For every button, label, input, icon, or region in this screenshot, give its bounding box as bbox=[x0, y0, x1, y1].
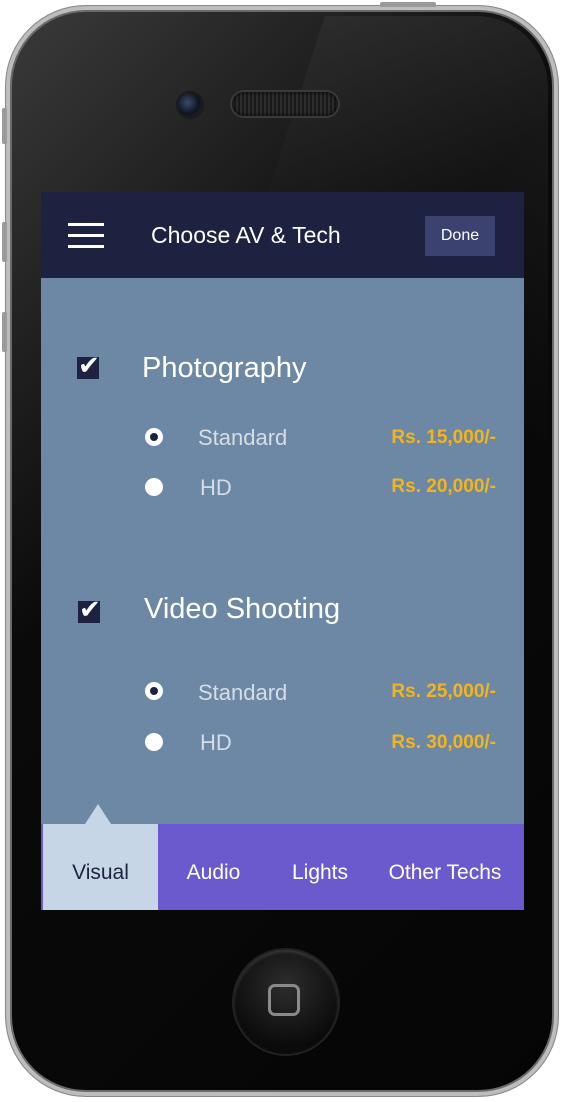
option-label-standard: Standard bbox=[198, 425, 288, 450]
section-title-photography: Photography bbox=[142, 352, 307, 384]
earpiece-speaker bbox=[232, 92, 338, 116]
silent-switch bbox=[2, 108, 7, 144]
video-shooting-checkbox[interactable]: ✔ bbox=[78, 595, 101, 625]
price-video-standard: Rs. 25,000/- bbox=[391, 681, 496, 702]
page-title: Choose AV & Tech bbox=[151, 222, 341, 248]
radio-photography-hd[interactable] bbox=[145, 478, 163, 496]
bottom-tab-bar: Visual Audio Lights Other Techs bbox=[41, 824, 524, 910]
section-title-video-shooting: Video Shooting bbox=[144, 593, 341, 625]
tab-other-techs[interactable]: Other Techs bbox=[375, 824, 515, 910]
price-photography-hd: Rs. 20,000/- bbox=[391, 476, 496, 497]
volume-down-button bbox=[2, 312, 7, 352]
option-label-hd: HD bbox=[200, 730, 232, 755]
option-label-hd: HD bbox=[200, 475, 232, 500]
checkmark-icon: ✔ bbox=[79, 595, 101, 625]
hamburger-menu-icon[interactable] bbox=[68, 223, 104, 249]
option-label-standard: Standard bbox=[198, 680, 288, 705]
power-button bbox=[380, 2, 436, 7]
radio-video-hd[interactable] bbox=[145, 733, 163, 751]
radio-photography-standard[interactable] bbox=[145, 428, 163, 446]
tab-visual[interactable]: Visual bbox=[43, 824, 158, 910]
price-video-hd: Rs. 30,000/- bbox=[391, 732, 496, 753]
front-camera bbox=[178, 93, 202, 117]
volume-up-button bbox=[2, 222, 7, 262]
price-photography-standard: Rs. 15,000/- bbox=[391, 427, 496, 448]
tab-lights[interactable]: Lights bbox=[269, 824, 371, 910]
app-screen: Choose AV & Tech Done ✔ Photography Stan… bbox=[41, 192, 524, 910]
app-header: Choose AV & Tech Done bbox=[41, 192, 524, 278]
active-tab-pointer bbox=[85, 804, 111, 824]
done-button[interactable]: Done bbox=[425, 216, 495, 256]
home-square-icon bbox=[268, 984, 300, 1016]
radio-video-standard[interactable] bbox=[145, 682, 163, 700]
home-button[interactable] bbox=[234, 950, 338, 1054]
checkmark-icon: ✔ bbox=[78, 351, 100, 381]
tab-audio[interactable]: Audio bbox=[161, 824, 266, 910]
photography-checkbox[interactable]: ✔ bbox=[77, 351, 100, 381]
